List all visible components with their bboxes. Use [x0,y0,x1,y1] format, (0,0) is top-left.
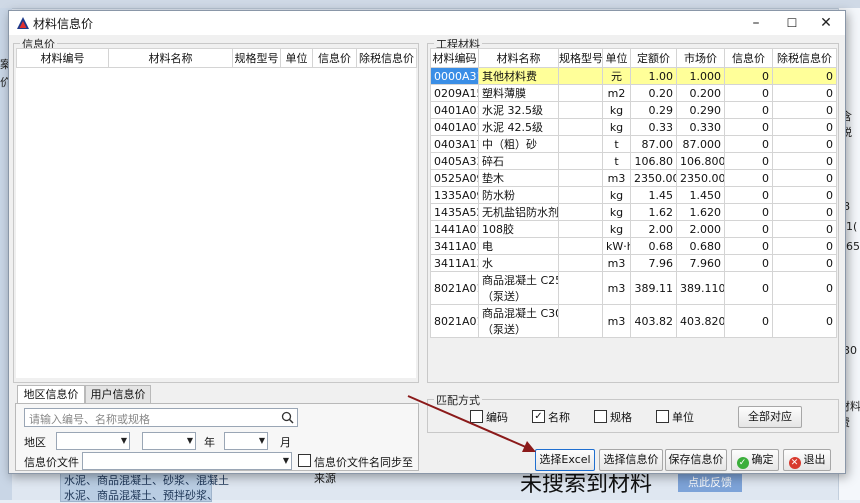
annotation-arrow [407,395,536,452]
